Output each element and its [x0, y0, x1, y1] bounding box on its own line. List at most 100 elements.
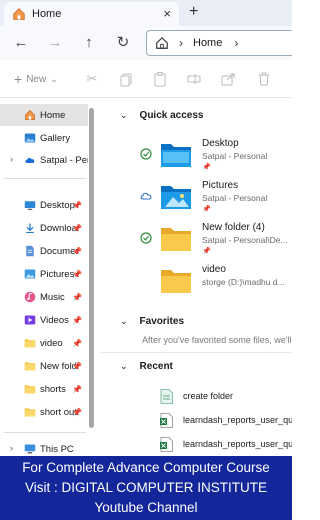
sidebar-item-gallery[interactable]: Gallery	[0, 127, 88, 149]
music-icon	[24, 291, 36, 303]
item-name: Desktop	[202, 138, 239, 149]
up-button[interactable]: ↑	[80, 34, 98, 52]
pin-icon: 📌	[72, 361, 82, 371]
excel-file-icon	[160, 412, 173, 428]
sidebar-item-label: Gallery	[40, 132, 71, 144]
paste-icon[interactable]	[152, 71, 168, 87]
close-tab-icon[interactable]: ×	[163, 6, 171, 21]
tab-title: Home	[32, 8, 62, 20]
pin-icon: 📌	[72, 200, 82, 210]
delete-icon[interactable]	[256, 71, 272, 87]
sidebar-item-video[interactable]: video 📌	[0, 332, 86, 354]
pin-icon: 📌	[72, 223, 82, 233]
chevron-down-icon[interactable]: ⌄	[120, 316, 128, 327]
pin-icon: 📌	[72, 407, 82, 417]
folder-icon	[24, 385, 36, 394]
favorites-header[interactable]: ⌄ Favorites	[120, 316, 184, 327]
pin-icon: 📌	[72, 269, 82, 279]
folder-icon	[161, 228, 191, 251]
sidebar-item-label: Pictures	[40, 268, 75, 280]
item-location: Satpal - Personal\De...	[202, 235, 288, 245]
sidebar-scrollbar[interactable]	[88, 98, 96, 462]
home-icon	[13, 8, 25, 20]
sidebar-item-label: Satpal - Pers	[40, 154, 88, 166]
excel-file-icon	[160, 436, 173, 452]
chevron-down-icon[interactable]: ⌄	[120, 361, 128, 372]
breadcrumb-separator[interactable]: ›	[234, 36, 238, 50]
section-title: Quick access	[139, 110, 204, 121]
plus-icon: +	[14, 71, 23, 87]
item-location: Satpal - Personal	[202, 193, 268, 203]
folder-icon	[24, 362, 36, 371]
pin-icon: 📌	[202, 206, 211, 213]
sidebar-item-short-out[interactable]: short out 📌	[0, 401, 86, 423]
tab-home[interactable]: Home ×	[4, 2, 179, 26]
cut-icon[interactable]: ✂	[84, 71, 100, 87]
scrollbar-thumb[interactable]	[89, 108, 94, 428]
refresh-button[interactable]: ↻	[114, 34, 132, 52]
recent-header[interactable]: ⌄ Recent	[120, 361, 173, 372]
sidebar-item-label: Desktop	[40, 199, 75, 211]
pin-icon: 📌	[72, 338, 82, 348]
desktop-icon	[24, 201, 36, 210]
sidebar-item-music[interactable]: Music 📌	[0, 286, 86, 308]
item-name: Pictures	[202, 180, 239, 191]
sidebar-item-label: Music	[40, 291, 65, 303]
sidebar-item-label: Home	[40, 109, 66, 121]
chevron-down-icon[interactable]: ⌄	[120, 110, 128, 121]
rename-icon[interactable]	[186, 71, 202, 87]
forward-button[interactable]: →	[46, 34, 64, 52]
recent-item[interactable]: learndash_reports_user_quiz	[160, 434, 292, 454]
sidebar-item-videos[interactable]: Videos 📌	[0, 309, 86, 331]
sync-check-icon	[140, 148, 152, 160]
main-content: ⌄ Quick access Desktop Satpal - Personal 📌…	[100, 98, 292, 462]
document-icon	[26, 245, 34, 257]
recent-item[interactable]: create folder	[160, 386, 292, 406]
quick-access-item[interactable]: video storge (D:)\madhu d...	[142, 262, 290, 304]
recent-item[interactable]: learndash_reports_user_quiz	[160, 410, 292, 430]
recent-item-name: create folder	[183, 391, 234, 401]
sidebar-item-downloa[interactable]: Downloa 📌	[0, 217, 86, 239]
folder-icon	[161, 270, 191, 293]
quick-access-item[interactable]: Pictures Satpal - Personal 📌	[140, 178, 290, 220]
divider	[4, 178, 86, 179]
navigation-pane: Home Gallery › Satpal - Pers Desktop📌Dow…	[0, 98, 88, 462]
home-icon	[156, 36, 168, 49]
chevron-down-icon: ⌄	[50, 73, 58, 84]
breadcrumb-home[interactable]: Home	[193, 37, 222, 49]
folder-icon	[161, 186, 191, 209]
new-label: New	[26, 73, 47, 85]
recent-item-name: learndash_reports_user_quiz	[183, 415, 292, 425]
sidebar-item-new-fold[interactable]: New fold 📌	[0, 355, 86, 377]
item-name: video	[202, 264, 226, 275]
item-name: New folder (4)	[202, 222, 265, 233]
document-file-icon	[160, 388, 173, 404]
download-icon	[26, 223, 34, 234]
section-title: Recent	[139, 361, 173, 372]
sidebar-item-label: This PC	[40, 443, 74, 455]
sidebar-item-desktop[interactable]: Desktop 📌	[0, 194, 86, 216]
back-button[interactable]: ←	[12, 34, 30, 52]
banner-line: Visit : DIGITAL COMPUTER INSTITUTE	[24, 480, 268, 495]
sidebar-item-home[interactable]: Home	[0, 104, 88, 126]
sidebar-item-pictures[interactable]: Pictures 📌	[0, 263, 86, 285]
address-bar[interactable]: › Home ›	[146, 30, 292, 56]
sidebar-item-shorts[interactable]: shorts 📌	[0, 378, 86, 400]
quick-access-item[interactable]: New folder (4) Satpal - Personal\De... 📌	[140, 220, 290, 262]
recent-item-name: learndash_reports_user_quiz	[183, 439, 292, 449]
pin-icon: 📌	[72, 246, 82, 256]
quick-access-item[interactable]: Desktop Satpal - Personal 📌	[140, 136, 290, 178]
sidebar-item-documer[interactable]: Documer 📌	[0, 240, 86, 262]
copy-icon[interactable]	[118, 71, 134, 87]
pin-icon: 📌	[72, 384, 82, 394]
new-tab-button[interactable]: +	[189, 3, 198, 21]
pin-icon: 📌	[202, 164, 211, 171]
new-button[interactable]: + New ⌄	[14, 71, 58, 87]
pictures-icon	[24, 269, 36, 279]
share-icon[interactable]	[220, 71, 236, 87]
breadcrumb-separator[interactable]: ›	[179, 36, 183, 50]
pin-icon: 📌	[72, 315, 82, 325]
sidebar-item-onedrive[interactable]: Satpal - Pers	[0, 149, 88, 171]
quick-access-header[interactable]: ⌄ Quick access	[120, 110, 203, 121]
divider	[100, 352, 292, 353]
